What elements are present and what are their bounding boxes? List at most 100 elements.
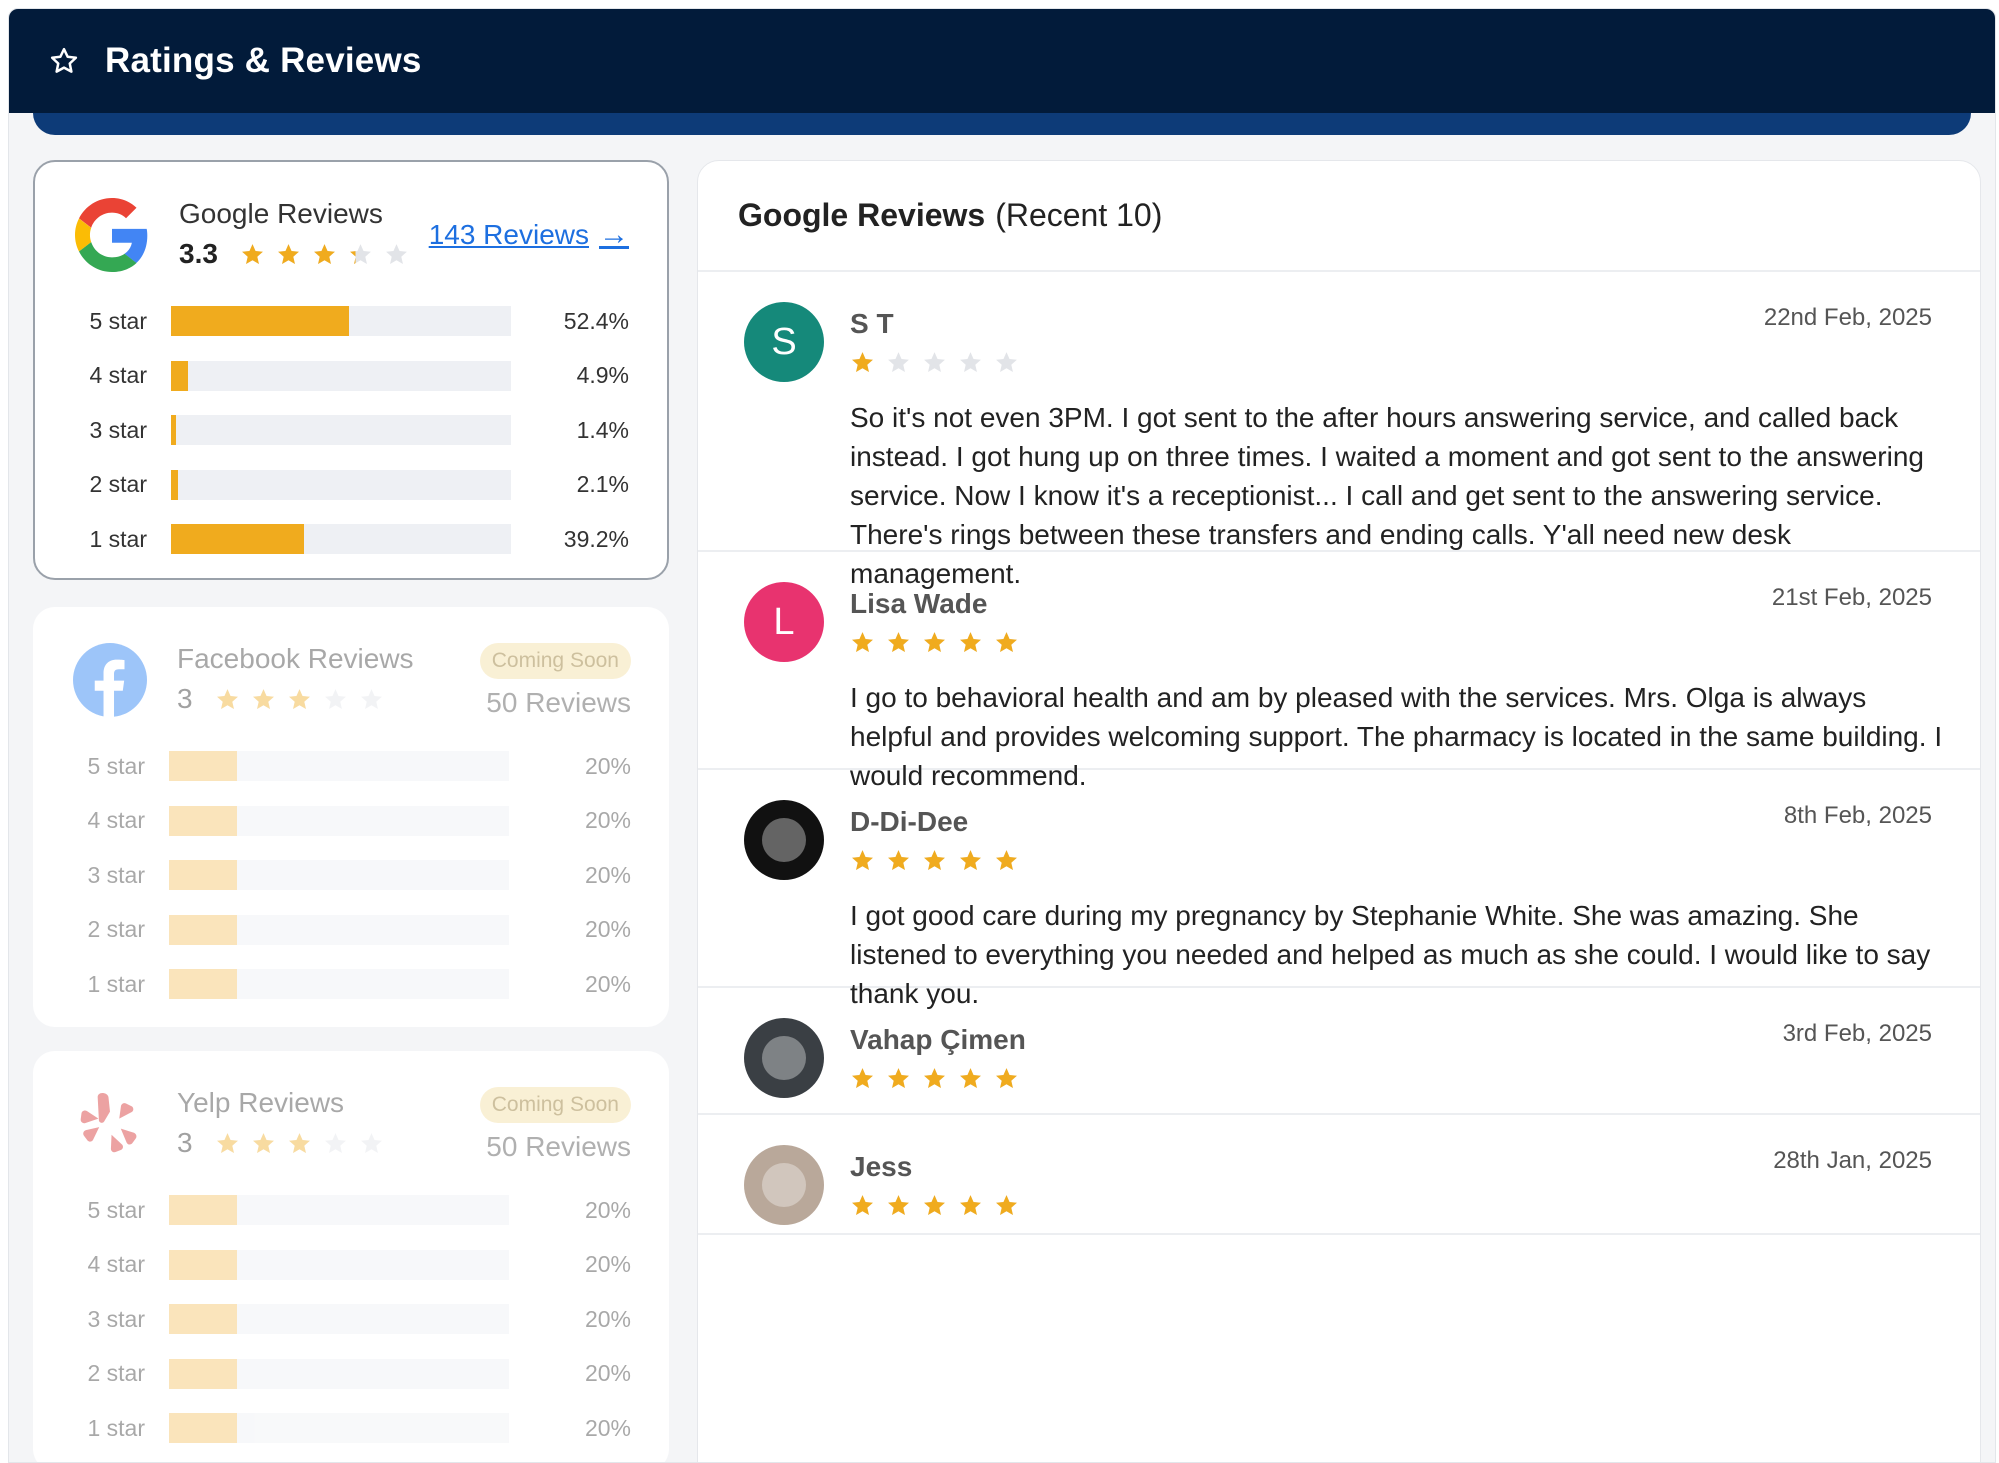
rating-bar-track — [169, 914, 509, 945]
rating-bar-row: 1 star 20% — [73, 1401, 631, 1456]
rating-bar-fill — [169, 1413, 237, 1444]
facebook-reviews-card: Facebook Reviews 3 Coming Soon 50 Review… — [33, 607, 669, 1027]
google-reviews-link[interactable]: 143 Reviews → — [429, 218, 629, 252]
rating-bar-fill — [169, 1249, 237, 1280]
review-item: D-Di-Dee 8th Feb, 2025 I got good care dur… — [698, 770, 1980, 1009]
rating-bar-track — [171, 469, 511, 500]
star-filled-icon — [852, 1195, 873, 1215]
rating-bar-label: 5 star — [87, 752, 145, 779]
rating-bar-percent: 20% — [584, 1251, 631, 1278]
google-reviews-card: Google Reviews 3.3 143 Reviews → 5 star 5… — [33, 160, 669, 580]
rating-bar-row: 1 star 39.2% — [75, 512, 629, 567]
star-empty-icon — [360, 688, 382, 709]
rating-bar-track — [169, 1249, 509, 1280]
header-bar: Ratings & Reviews — [9, 9, 1995, 113]
star-filled-icon — [288, 1132, 310, 1153]
rating-bar-fill — [169, 805, 237, 836]
reviewer-name: D-Di-Dee — [850, 806, 969, 837]
yelp-card-title: Yelp Reviews — [177, 1087, 345, 1118]
rating-bar-track — [169, 751, 509, 782]
yelp-reviews-card: Yelp Reviews 3 Coming Soon 50 Reviews 5 … — [33, 1051, 669, 1462]
google-rating-stars — [240, 242, 409, 267]
star-filled-icon — [852, 850, 873, 870]
star-empty-icon — [888, 352, 909, 372]
rating-bar-label: 4 star — [87, 807, 145, 834]
rating-bar-fill — [169, 1358, 237, 1389]
rating-bar-fill — [169, 751, 237, 782]
ratings-reviews-widget: Ratings & Reviews Google Reviews 3.3 143… — [8, 8, 1996, 1463]
rating-bar-track — [171, 524, 511, 555]
rating-bar-row: 3 star 20% — [73, 848, 631, 903]
rating-bar-row: 4 star 20% — [73, 1238, 631, 1293]
yelp-rating-distribution: 5 star 20% 4 star 20% 3 star 20% 2 star 20% 1 st… — [73, 1183, 631, 1456]
star-filled-icon — [960, 1068, 981, 1088]
rating-bar-track — [171, 415, 511, 446]
rating-bar-percent: 20% — [584, 1196, 631, 1223]
rating-bar-row: 2 star 2.1% — [75, 458, 629, 513]
facebook-rating-stars — [215, 687, 384, 712]
rating-bar-percent: 39.2% — [563, 525, 629, 552]
rating-bar-track — [169, 805, 509, 836]
panel-title: Google Reviews (Recent 10) — [698, 161, 1980, 272]
rating-bar-fill — [169, 1304, 237, 1335]
star-filled-icon — [278, 243, 299, 264]
star-filled-icon — [288, 688, 310, 709]
panel-title-bold: Google Reviews — [738, 197, 986, 233]
star-empty-icon — [324, 688, 346, 709]
star-filled-icon — [216, 688, 238, 709]
rating-bar-label: 4 star — [87, 1251, 145, 1278]
yelp-rating: 3 — [177, 1127, 384, 1159]
rating-bar-row: 5 star 20% — [73, 739, 631, 794]
panel-title-suffix: (Recent 10) — [995, 197, 1163, 233]
rating-bar-percent: 1.4% — [576, 416, 629, 443]
rating-bar-percent: 20% — [584, 1360, 631, 1387]
avatar: S — [744, 302, 824, 382]
rating-bar-row: 5 star 20% — [73, 1183, 631, 1238]
rating-bar-fill — [169, 1195, 237, 1226]
rating-bar-fill — [171, 306, 350, 337]
rating-bar-track — [169, 1195, 509, 1226]
google-logo-icon — [75, 198, 148, 272]
rating-bar-fill — [169, 860, 237, 891]
avatar-initial: L — [773, 600, 795, 643]
rating-bar-track — [169, 969, 509, 1000]
avatar — [744, 1018, 824, 1098]
google-rating: 3.3 — [179, 238, 409, 270]
rating-bar-percent: 20% — [584, 916, 631, 943]
review-item: Vahap Çimen 3rd Feb, 2025 — [698, 988, 1980, 1115]
facebook-review-count: 50 Reviews — [486, 687, 631, 718]
star-filled-icon — [852, 632, 873, 652]
star-filled-icon — [888, 850, 909, 870]
rating-bar-fill — [171, 415, 176, 446]
rating-bar-label: 1 star — [89, 525, 147, 552]
star-filled-icon — [216, 1132, 238, 1153]
rating-bar-percent: 20% — [584, 861, 631, 888]
review-item: Jess 28th Jan, 2025 — [698, 1115, 1980, 1235]
rating-bar-fill — [171, 360, 188, 391]
avatar-initial: S — [771, 320, 797, 363]
review-stars — [850, 848, 1019, 873]
avatar — [744, 800, 824, 880]
yelp-rating-stars — [215, 1131, 384, 1156]
coming-soon-badge: Coming Soon — [479, 643, 631, 679]
star-empty-icon — [960, 352, 981, 372]
avatar: L — [744, 582, 824, 662]
review-date: 3rd Feb, 2025 — [1782, 1020, 1932, 1047]
rating-bar-percent: 2.1% — [576, 471, 629, 498]
page-title: Ratings & Reviews — [105, 41, 422, 80]
google-card-header: Google Reviews 3.3 143 Reviews → — [75, 198, 629, 278]
star-filled-icon — [242, 243, 263, 264]
star-filled-icon — [996, 632, 1017, 652]
google-reviews-link-label[interactable]: 143 Reviews — [429, 219, 589, 251]
rating-bar-label: 2 star — [89, 471, 147, 498]
rating-bar-row: 1 star 20% — [73, 957, 631, 1012]
star-filled-icon — [924, 1195, 945, 1215]
rating-bar-label: 2 star — [87, 916, 145, 943]
avatar-photo-icon — [762, 818, 806, 862]
arrow-right-icon[interactable]: → — [599, 218, 629, 252]
rating-bar-fill — [169, 969, 237, 1000]
star-empty-icon — [996, 352, 1017, 372]
avatar-photo-icon — [762, 1163, 806, 1207]
rating-bar-fill — [171, 524, 305, 555]
reviewer-name: S T — [850, 308, 894, 339]
